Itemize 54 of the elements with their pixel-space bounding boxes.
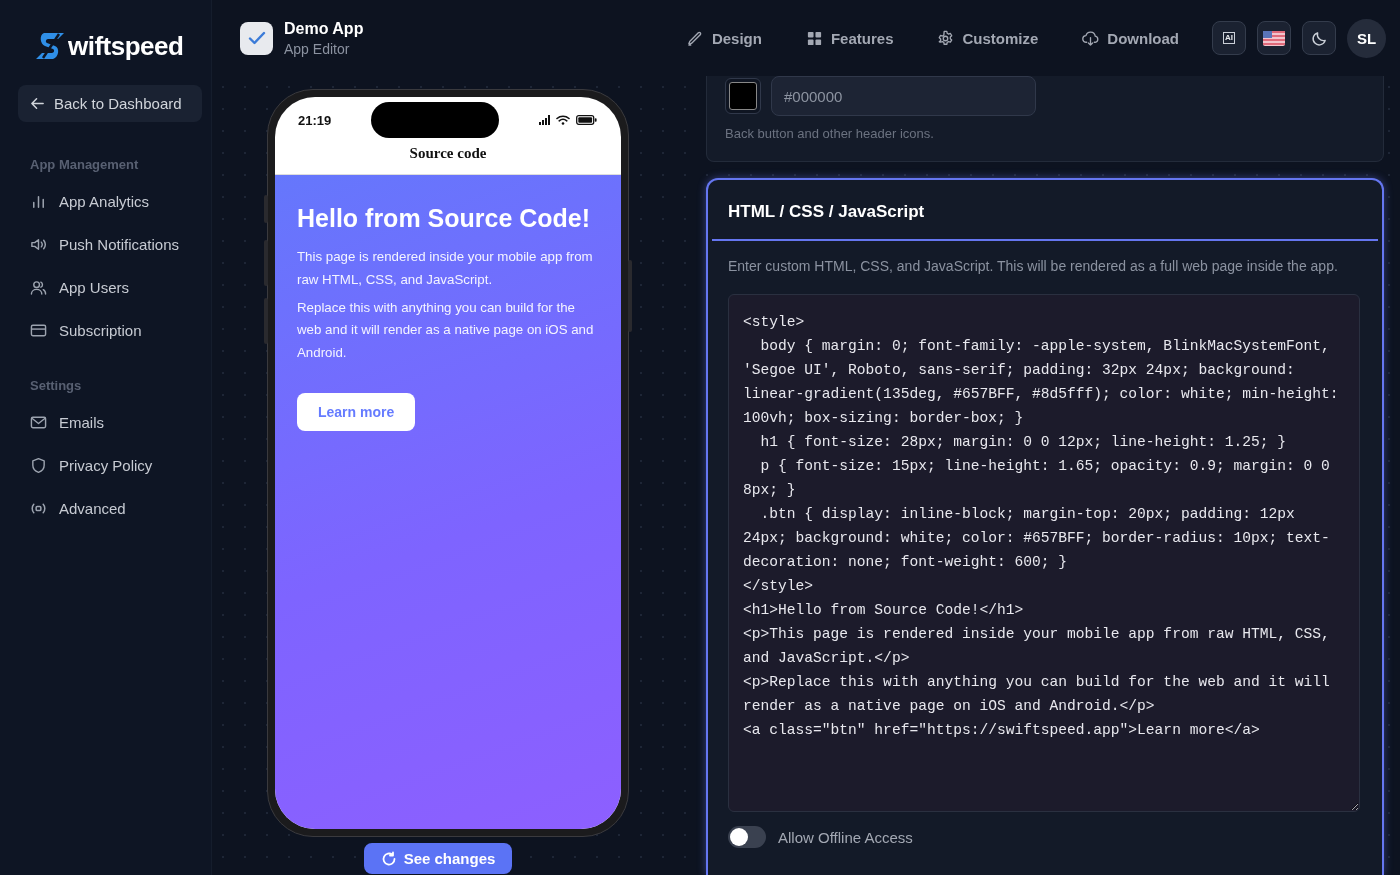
color-input[interactable]: #000000 xyxy=(771,76,1036,116)
nav-link[interactable]: Features xyxy=(805,29,894,47)
pen-icon xyxy=(686,29,704,47)
avatar[interactable]: SL xyxy=(1347,18,1386,58)
sidebar-item[interactable]: Subscription xyxy=(18,309,193,352)
section-heading: Settings xyxy=(30,378,83,393)
sidebar-item[interactable]: App Analytics xyxy=(18,180,193,223)
learn-more-button[interactable]: Learn more xyxy=(297,392,416,431)
card-description: Enter custom HTML, CSS, and JavaScript. This will be rendered as a full web page inside the app. xyxy=(727,257,1339,276)
app-name: Demo App xyxy=(284,19,364,38)
wifi-icon xyxy=(556,115,570,125)
sidebar-item[interactable]: Privacy Policy xyxy=(18,444,193,487)
settings-icon xyxy=(937,29,955,47)
code-field[interactable]: <style> body { margin: 0; font-family: -apple-system, BlinkMacSystemFont, 'Segoe UI', Roboto, sans-serif; padding: 32px 24px; background: linear-gradient(135deg, #657BFF, #8d5fff); color: white; min-height: 100vh; box-sizing: border-box; } h1 { font-size: 28px; margin: 0 0 12px; line-height: 1.25; } p { font-size: 15px; line-height: 1.65; opacity: 0.9; margin: 0 0 8px; } .btn { display: inline-block; margin-top: 20px; padding: 12px 24px; background: white; color: #657BFF; border-radius: 10px; text-decoration: none; font-weight: 600; } </style> <h1>Hello from Source Code!</h1> <p>This page is rendered inside your mobile app from raw HTML, CSS, and JavaScript.</p> <p>Replace this with anything you can build for the web and it will render as a native page on iOS and Android.</p> <a class="btn" href="https://swiftspeed.app">Learn more</a> xyxy=(728,294,1360,812)
logo-icon xyxy=(34,31,66,61)
cloud-download-icon xyxy=(1082,29,1100,47)
see-changes-button[interactable]: See changes xyxy=(363,843,513,874)
mail-icon xyxy=(30,414,47,431)
sidebar-item[interactable]: Push Notifications xyxy=(18,223,193,266)
bar-chart-icon xyxy=(30,193,47,210)
credit-card-icon xyxy=(30,322,47,339)
arrow-left-icon xyxy=(30,96,45,111)
app-subtitle: App Editor xyxy=(284,40,351,57)
card-title: HTML / CSS / JavaScript xyxy=(712,180,1378,241)
theme-button[interactable] xyxy=(1302,21,1336,55)
ai-chip-button[interactable]: AI xyxy=(1212,21,1246,55)
sidebar-item[interactable]: Emails xyxy=(18,401,193,444)
page-paragraph: Replace this with anything you can build for the web and it will render as a native page on iOS and Android. xyxy=(297,298,595,362)
nav-link[interactable]: Customize xyxy=(937,29,1039,47)
status-time: 21:19 xyxy=(298,112,332,128)
app-icon xyxy=(240,21,273,55)
toggle-label: Allow Offline Access xyxy=(778,828,913,846)
color-swatch[interactable] xyxy=(725,78,761,114)
section-heading: App Management xyxy=(30,157,140,172)
grid-icon xyxy=(805,29,823,47)
users-icon xyxy=(30,279,47,296)
shield-icon xyxy=(30,457,47,474)
field-hint: Back button and other header icons. xyxy=(725,126,935,141)
toggle-switch[interactable] xyxy=(728,826,766,848)
page-heading: Hello from Source Code! xyxy=(297,203,592,234)
language-button[interactable] xyxy=(1257,21,1291,55)
sidebar-item[interactable]: Advanced xyxy=(18,487,193,530)
nav-link[interactable]: Download xyxy=(1082,29,1179,47)
nav-link[interactable]: Design xyxy=(686,29,762,47)
refresh-icon xyxy=(380,850,397,867)
page-paragraph: This page is rendered inside your mobile app from raw HTML, CSS, and JavaScript. xyxy=(297,248,594,289)
flag-icon xyxy=(1263,30,1285,46)
brand-name: wiftspeed xyxy=(68,30,184,62)
sidebar-item[interactable]: App Users xyxy=(18,266,193,309)
signal-icon xyxy=(539,115,550,125)
battery-icon xyxy=(576,115,597,125)
back-button[interactable]: Back to Dashboard xyxy=(18,85,202,122)
moon-icon xyxy=(1310,29,1328,47)
speaker-icon xyxy=(30,236,47,253)
